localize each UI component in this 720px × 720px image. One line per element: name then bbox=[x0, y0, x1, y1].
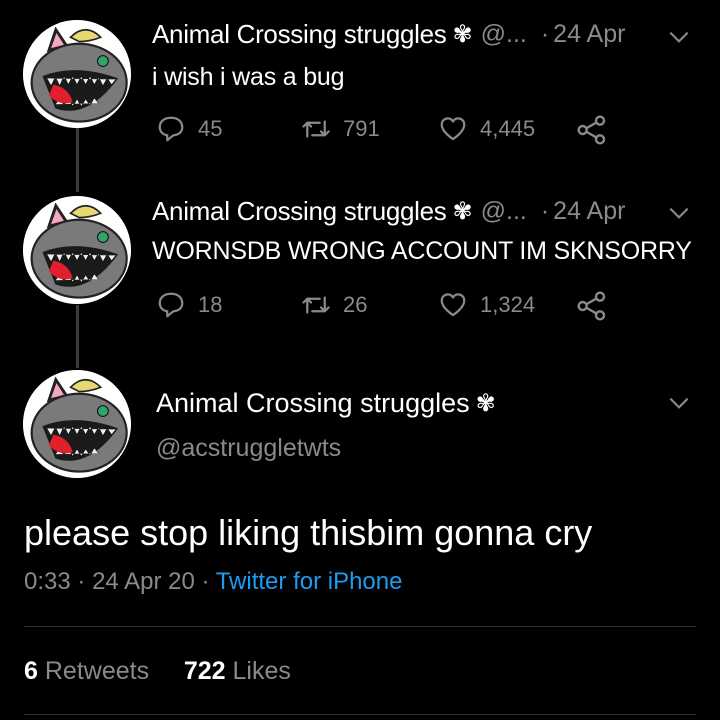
likes-label: Likes bbox=[232, 657, 291, 685]
separator: · bbox=[201, 568, 210, 595]
retweet-icon bbox=[302, 296, 330, 314]
like-button[interactable]: 1,324 bbox=[438, 290, 535, 320]
main-tweet-text: please stop liking thisbim gonna cry bbox=[24, 512, 593, 553]
main-author: Animal Crossing struggles ✾ bbox=[156, 388, 496, 419]
thread-line bbox=[76, 128, 79, 192]
author-handle[interactable]: @acstruggletwts bbox=[156, 434, 341, 463]
retweets-count: 6 bbox=[24, 657, 38, 685]
reply-button[interactable]: 45 bbox=[156, 114, 222, 144]
tweet-stats: 6 Retweets 722 Likes bbox=[24, 657, 291, 686]
like-count: 1,324 bbox=[480, 292, 536, 317]
avatar-image bbox=[23, 370, 131, 478]
avatar-image bbox=[23, 20, 131, 128]
tweet-header: Animal Crossing struggles ✾ @... · 24 Ap… bbox=[152, 19, 625, 50]
tweet-text: i wish i was a bug bbox=[152, 63, 345, 91]
divider bbox=[24, 626, 696, 627]
author-handle[interactable]: @... bbox=[481, 197, 527, 226]
retweets-stat[interactable]: 6 Retweets bbox=[24, 657, 149, 685]
chevron-down-icon[interactable] bbox=[666, 390, 692, 416]
author-name[interactable]: Animal Crossing struggles bbox=[152, 19, 447, 50]
retweet-button[interactable]: 791 bbox=[301, 114, 380, 144]
clover-badge-icon: ✾ bbox=[452, 21, 473, 48]
like-count: 4,445 bbox=[480, 116, 536, 141]
tweet-time: 0:33 bbox=[24, 568, 71, 595]
retweet-button[interactable]: 26 bbox=[301, 290, 367, 320]
reply-button[interactable]: 18 bbox=[156, 290, 222, 320]
chevron-down-icon[interactable] bbox=[666, 24, 692, 50]
likes-stat[interactable]: 722 Likes bbox=[184, 657, 291, 685]
tweet-meta: 0:33 · 24 Apr 20 · Twitter for iPhone bbox=[24, 568, 402, 596]
separator: · bbox=[540, 197, 550, 225]
thread-line bbox=[76, 305, 79, 368]
avatar[interactable] bbox=[23, 196, 131, 304]
clover-badge-icon: ✾ bbox=[452, 198, 473, 225]
reply-icon bbox=[158, 292, 184, 318]
tweet-date[interactable]: 24 Apr bbox=[553, 20, 625, 49]
like-icon bbox=[440, 293, 466, 317]
author-name[interactable]: Animal Crossing struggles bbox=[156, 388, 470, 419]
reply-count: 18 bbox=[198, 292, 223, 317]
author-name[interactable]: Animal Crossing struggles bbox=[152, 196, 447, 227]
tweet-header: Animal Crossing struggles ✾ @... · 24 Ap… bbox=[152, 196, 625, 227]
tweet-text: WORNSDB WRONG ACCOUNT IM SKNSORRY bbox=[152, 237, 692, 265]
share-icon bbox=[577, 291, 606, 321]
like-icon bbox=[440, 117, 466, 141]
tweet-date: 24 Apr 20 bbox=[92, 568, 195, 595]
likes-count: 722 bbox=[183, 657, 226, 685]
chevron-down-icon[interactable] bbox=[666, 200, 692, 226]
tweet-date[interactable]: 24 Apr bbox=[553, 197, 625, 226]
like-button[interactable]: 4,445 bbox=[438, 114, 535, 144]
avatar[interactable] bbox=[23, 370, 131, 478]
retweets-label: Retweets bbox=[44, 657, 150, 685]
author-handle[interactable]: @... bbox=[481, 20, 527, 49]
reply-count: 45 bbox=[198, 116, 223, 141]
avatar-image bbox=[23, 196, 131, 304]
retweet-icon bbox=[302, 120, 330, 138]
tweet-source-link[interactable]: Twitter for iPhone bbox=[216, 568, 403, 595]
clover-badge-icon: ✾ bbox=[475, 390, 496, 417]
avatar[interactable] bbox=[23, 20, 131, 128]
divider bbox=[24, 714, 696, 715]
reply-icon bbox=[158, 116, 184, 142]
separator: · bbox=[77, 568, 86, 595]
retweet-count: 791 bbox=[343, 116, 380, 141]
share-button[interactable] bbox=[576, 114, 608, 151]
separator: · bbox=[540, 20, 550, 48]
share-icon bbox=[577, 115, 606, 145]
share-button[interactable] bbox=[576, 290, 608, 327]
retweet-count: 26 bbox=[343, 292, 368, 317]
